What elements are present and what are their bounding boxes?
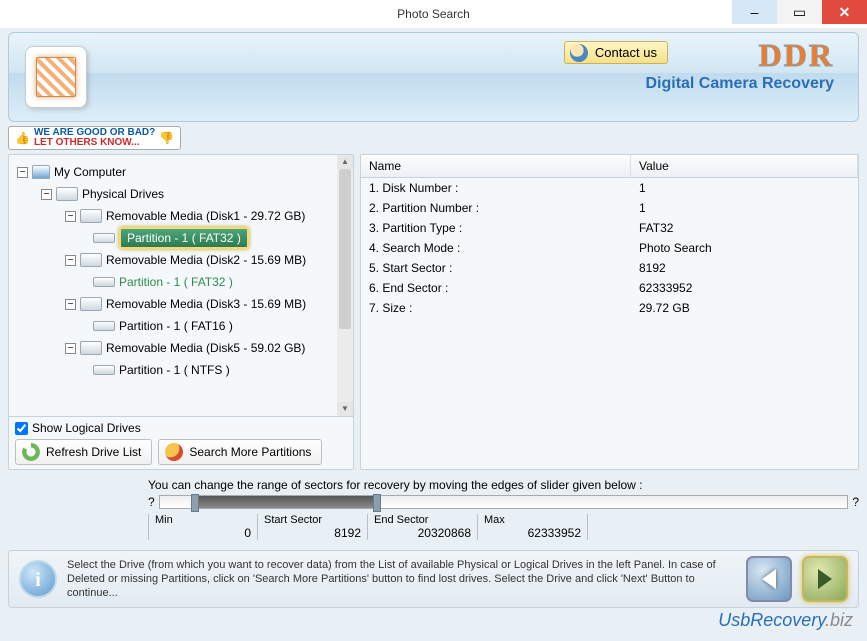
- tree-node-disk5[interactable]: − Removable Media (Disk5 - 59.02 GB): [13, 337, 353, 359]
- partition-icon: [93, 321, 115, 331]
- instruction-bar: i Select the Drive (from which you want …: [8, 550, 859, 608]
- window-maximize-button[interactable]: ▭: [777, 0, 822, 24]
- search-more-partitions-button[interactable]: Search More Partitions: [158, 439, 322, 465]
- drive-tree-panel: − My Computer − Physical Drives − Remova…: [8, 154, 354, 470]
- titlebar: Photo Search – ▭ ✕: [0, 0, 867, 28]
- slider-fill: [194, 496, 380, 508]
- max-sector-field: Max 62333952: [478, 514, 588, 540]
- computer-icon: [32, 165, 50, 179]
- footer-tld: .biz: [825, 610, 853, 630]
- property-value: 1: [631, 179, 858, 197]
- tree-node-disk1[interactable]: − Removable Media (Disk1 - 29.72 GB): [13, 205, 353, 227]
- window-title: Photo Search: [397, 7, 470, 21]
- partition-icon: [93, 277, 115, 287]
- tree-node-disk2[interactable]: − Removable Media (Disk2 - 15.69 MB): [13, 249, 353, 271]
- property-name: 7. Size :: [361, 299, 631, 317]
- window-close-button[interactable]: ✕: [822, 0, 867, 24]
- collapse-icon[interactable]: −: [41, 189, 52, 200]
- end-sector-field: End Sector 20320868: [368, 514, 478, 540]
- thumb-down-icon: 👎: [159, 132, 174, 144]
- app-logo-icon: [25, 46, 87, 108]
- table-row: 7. Size :29.72 GB: [361, 298, 858, 318]
- property-value: 8192: [631, 259, 858, 277]
- collapse-icon[interactable]: −: [65, 211, 76, 222]
- drive-icon: [80, 209, 102, 223]
- properties-panel: Name Value 1. Disk Number :12. Partition…: [360, 154, 859, 470]
- feedback-button[interactable]: 👍 WE ARE GOOD OR BAD? LET OTHERS KNOW...…: [8, 126, 181, 150]
- arrow-left-icon: [762, 569, 776, 589]
- refresh-drive-list-button[interactable]: Refresh Drive List: [15, 439, 152, 465]
- tree-node-disk5-partition1[interactable]: Partition - 1 ( NTFS ): [13, 359, 353, 381]
- property-value: 1: [631, 199, 858, 217]
- property-value: Photo Search: [631, 239, 858, 257]
- arrow-right-icon: [818, 569, 832, 589]
- drive-icon: [80, 253, 102, 267]
- drive-icon: [56, 187, 78, 201]
- tree-node-my-computer[interactable]: − My Computer: [13, 161, 353, 183]
- refresh-icon: [22, 443, 40, 461]
- scrollbar-thumb[interactable]: [339, 169, 351, 329]
- collapse-icon[interactable]: −: [65, 255, 76, 266]
- column-header-value[interactable]: Value: [631, 155, 858, 177]
- column-header-name[interactable]: Name: [361, 155, 631, 177]
- property-name: 1. Disk Number :: [361, 179, 631, 197]
- table-row: 1. Disk Number :1: [361, 178, 858, 198]
- thumb-up-icon: 👍: [15, 132, 30, 144]
- sector-range-section: You can change the range of sectors for …: [8, 478, 859, 540]
- tree-node-disk3-partition1[interactable]: Partition - 1 ( FAT16 ): [13, 315, 353, 337]
- show-logical-drives-checkbox[interactable]: [15, 422, 28, 435]
- partition-icon: [93, 233, 115, 243]
- min-sector-field: Min 0: [148, 514, 258, 540]
- feedback-line2: LET OTHERS KNOW...: [34, 137, 140, 148]
- property-value: FAT32: [631, 219, 858, 237]
- footer: UsbRecovery.biz: [0, 608, 867, 633]
- next-button[interactable]: [802, 556, 848, 602]
- tree-scrollbar[interactable]: ▲ ▼: [337, 155, 353, 416]
- property-name: 5. Start Sector :: [361, 259, 631, 277]
- drive-icon: [80, 297, 102, 311]
- collapse-icon[interactable]: −: [65, 343, 76, 354]
- start-sector-field: Start Sector 8192: [258, 514, 368, 540]
- property-value: 29.72 GB: [631, 299, 858, 317]
- slider-handle-end[interactable]: [373, 494, 381, 512]
- collapse-icon[interactable]: −: [17, 167, 28, 178]
- property-name: 4. Search Mode :: [361, 239, 631, 257]
- tree-node-physical-drives[interactable]: − Physical Drives: [13, 183, 353, 205]
- show-logical-drives-label: Show Logical Drives: [32, 421, 141, 435]
- tree-node-disk3[interactable]: − Removable Media (Disk3 - 15.69 MB): [13, 293, 353, 315]
- property-name: 2. Partition Number :: [361, 199, 631, 217]
- table-row: 2. Partition Number :1: [361, 198, 858, 218]
- property-value: 62333952: [631, 279, 858, 297]
- tree-node-disk1-partition1[interactable]: Partition - 1 ( FAT32 ): [13, 227, 353, 249]
- search-icon: [165, 443, 183, 461]
- slider-handle-start[interactable]: [191, 494, 199, 512]
- window-minimize-button[interactable]: –: [732, 0, 777, 24]
- drive-icon: [80, 341, 102, 355]
- property-name: 6. End Sector :: [361, 279, 631, 297]
- app-header: Contact us DDR Digital Camera Recovery: [8, 32, 859, 122]
- info-icon: i: [19, 560, 57, 598]
- brand-logo-text: DDR: [645, 39, 834, 71]
- slider-hint: You can change the range of sectors for …: [148, 478, 643, 492]
- help-icon[interactable]: ?: [852, 495, 859, 509]
- tree-node-disk2-partition1[interactable]: Partition - 1 ( FAT32 ): [13, 271, 353, 293]
- table-row: 5. Start Sector :8192: [361, 258, 858, 278]
- collapse-icon[interactable]: −: [65, 299, 76, 310]
- back-button[interactable]: [746, 556, 792, 602]
- scroll-up-icon[interactable]: ▲: [337, 155, 353, 169]
- footer-site: UsbRecovery: [718, 610, 825, 630]
- sector-range-slider[interactable]: [159, 495, 849, 509]
- table-row: 3. Partition Type :FAT32: [361, 218, 858, 238]
- help-icon[interactable]: ?: [148, 495, 155, 509]
- table-row: 4. Search Mode :Photo Search: [361, 238, 858, 258]
- table-row: 6. End Sector :62333952: [361, 278, 858, 298]
- property-name: 3. Partition Type :: [361, 219, 631, 237]
- brand-subtitle: Digital Camera Recovery: [645, 75, 834, 93]
- scroll-down-icon[interactable]: ▼: [337, 402, 353, 416]
- instruction-text: Select the Drive (from which you want to…: [67, 558, 736, 601]
- partition-icon: [93, 365, 115, 375]
